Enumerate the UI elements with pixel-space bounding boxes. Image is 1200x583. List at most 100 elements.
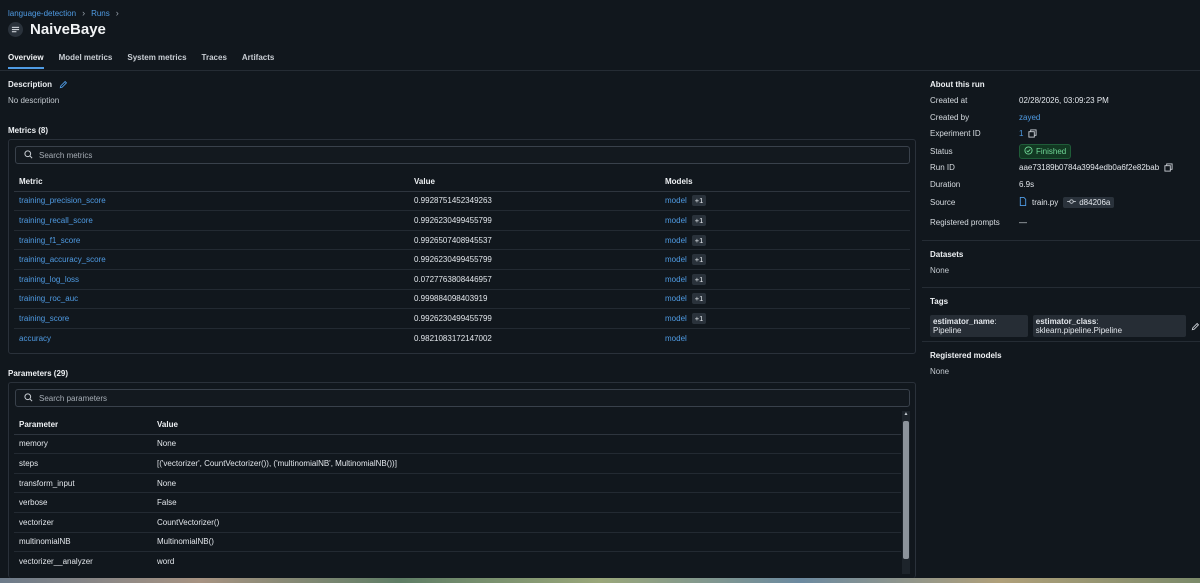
created-by-label: Created by (930, 113, 970, 122)
metric-value: 0.9926230499455799 (414, 255, 492, 265)
more-models-badge[interactable]: +1 (691, 312, 707, 324)
metric-link[interactable]: training_roc_auc (19, 294, 78, 303)
metric-value: 0.9926230499455799 (414, 313, 492, 323)
table-row: training_score 0.9926230499455799 model +… (14, 309, 910, 329)
source-file[interactable]: train.py (1032, 198, 1058, 207)
metrics-search-input[interactable] (39, 150, 836, 160)
model-link[interactable]: model (665, 334, 687, 343)
more-models-badge[interactable]: +1 (691, 214, 707, 226)
experiment-id-link[interactable]: 1 (1019, 129, 1023, 138)
duration-value: 6.9s (1019, 180, 1035, 189)
parameters-table-container: Parameter Value memory None steps [('vec… (8, 382, 916, 578)
table-row: training_roc_auc 0.999884098403919 model… (14, 290, 910, 310)
model-link[interactable]: model (665, 275, 687, 284)
parameter-name: vectorizer (19, 517, 54, 527)
metric-column-header[interactable]: Metric (14, 177, 409, 186)
table-row: steps [('vectorizer', CountVectorizer())… (14, 454, 901, 474)
value-column-header[interactable]: Value (409, 177, 660, 186)
run-id-row: Run ID aae73189b0784a3994edb0a6f2e82bab (930, 163, 1173, 172)
scroll-thumb[interactable] (903, 421, 909, 559)
created-at-label: Created at (930, 96, 968, 105)
parameter-value: [('vectorizer', CountVectorizer()), ('mu… (157, 458, 397, 468)
value-column-header[interactable]: Value (152, 420, 901, 429)
metrics-table-container: Metric Value Models training_precision_s… (8, 139, 916, 354)
more-models-badge[interactable]: +1 (691, 293, 707, 305)
parameter-column-header[interactable]: Parameter (14, 420, 152, 429)
scroll-up-icon[interactable]: ▲ (902, 411, 910, 418)
tab-artifacts[interactable]: Artifacts (242, 53, 274, 69)
metric-link[interactable]: training_f1_score (19, 236, 80, 245)
tags-list: estimator_name: Pipeline estimator_class… (930, 315, 1200, 337)
registered-models-title: Registered models (930, 351, 1002, 360)
tag-item: estimator_name: Pipeline (930, 315, 1028, 337)
copy-icon[interactable] (1028, 129, 1038, 138)
metric-link[interactable]: training_log_loss (19, 275, 79, 284)
metric-link[interactable]: training_precision_score (19, 196, 106, 205)
tag-value: sklearn.pipeline.Pipeline (1035, 326, 1123, 335)
file-icon (1019, 197, 1027, 208)
model-link[interactable]: model (665, 314, 687, 323)
duration-row: Duration 6.9s (930, 180, 1034, 189)
metric-value: 0.9928751452349263 (414, 196, 492, 206)
created-by-row: Created by zayed (930, 113, 1040, 122)
model-link[interactable]: model (665, 196, 687, 205)
metric-link[interactable]: training_score (19, 314, 69, 323)
table-row: transform_input None (14, 474, 901, 494)
parameters-table: Parameter Value memory None steps [('vec… (14, 415, 901, 572)
parameter-name: steps (19, 458, 39, 468)
registered-models-value: None (930, 367, 950, 376)
model-link[interactable]: model (665, 294, 687, 303)
model-link[interactable]: model (665, 255, 687, 264)
metric-link[interactable]: training_accuracy_score (19, 255, 106, 264)
tab-system-metrics[interactable]: System metrics (127, 53, 186, 69)
metrics-table: Metric Value Models training_precision_s… (14, 172, 910, 348)
chevron-right-icon: › (82, 8, 86, 18)
parameters-title: Parameters (29) (8, 369, 69, 378)
copy-icon[interactable] (1164, 163, 1173, 172)
breadcrumb: language-detection › Runs › (8, 8, 119, 18)
more-models-badge[interactable]: +1 (691, 234, 707, 246)
metric-value: 0.9821083172147002 (414, 334, 492, 344)
edit-tags-icon[interactable] (1191, 322, 1200, 331)
breadcrumb-experiment-link[interactable]: language-detection (8, 9, 76, 18)
parameter-name: memory (19, 439, 48, 449)
table-row: training_recall_score 0.9926230499455799… (14, 211, 910, 231)
table-row: vectorizer__analyzer word (14, 552, 901, 572)
created-by-link[interactable]: zayed (1019, 113, 1040, 122)
description-text: No description (8, 96, 60, 105)
tab-traces[interactable]: Traces (202, 53, 227, 69)
parameters-scrollbar[interactable]: ▲ (902, 411, 910, 574)
more-models-badge[interactable]: +1 (691, 273, 707, 285)
parameter-name: verbose (19, 498, 48, 508)
metric-link[interactable]: training_recall_score (19, 216, 93, 225)
tab-model-metrics[interactable]: Model metrics (59, 53, 113, 69)
table-row: memory None (14, 435, 901, 455)
registered-prompts-row: Registered prompts — (930, 218, 1027, 227)
check-circle-icon (1024, 146, 1033, 157)
datasets-title: Datasets (930, 250, 964, 259)
models-column-header[interactable]: Models (660, 177, 910, 186)
metric-value: 0.999884098403919 (414, 294, 488, 304)
metric-link[interactable]: accuracy (19, 334, 51, 343)
parameters-search-input[interactable] (39, 393, 836, 403)
breadcrumb-runs-link[interactable]: Runs (91, 9, 110, 18)
more-models-badge[interactable]: +1 (691, 195, 707, 207)
tab-overview[interactable]: Overview (8, 53, 44, 69)
more-models-badge[interactable]: +1 (691, 254, 707, 266)
divider (922, 287, 1200, 288)
metrics-title: Metrics (8) (8, 126, 49, 135)
parameter-value: None (157, 439, 177, 449)
model-link[interactable]: model (665, 216, 687, 225)
description-title: Description (8, 80, 53, 89)
tag-key: estimator_name (933, 317, 995, 326)
page-title: NaiveBaye (30, 21, 106, 38)
experiment-id-label: Experiment ID (930, 129, 981, 138)
tab-bar: Overview Model metrics System metrics Tr… (8, 53, 274, 69)
commit-badge[interactable]: d84206a (1063, 197, 1115, 208)
parameters-table-header: Parameter Value (14, 415, 901, 435)
table-row: training_precision_score 0.9928751452349… (14, 192, 910, 212)
parameter-name: multinomialNB (19, 537, 71, 547)
model-link[interactable]: model (665, 236, 687, 245)
edit-description-icon[interactable] (59, 80, 68, 89)
parameter-name: transform_input (19, 478, 75, 488)
